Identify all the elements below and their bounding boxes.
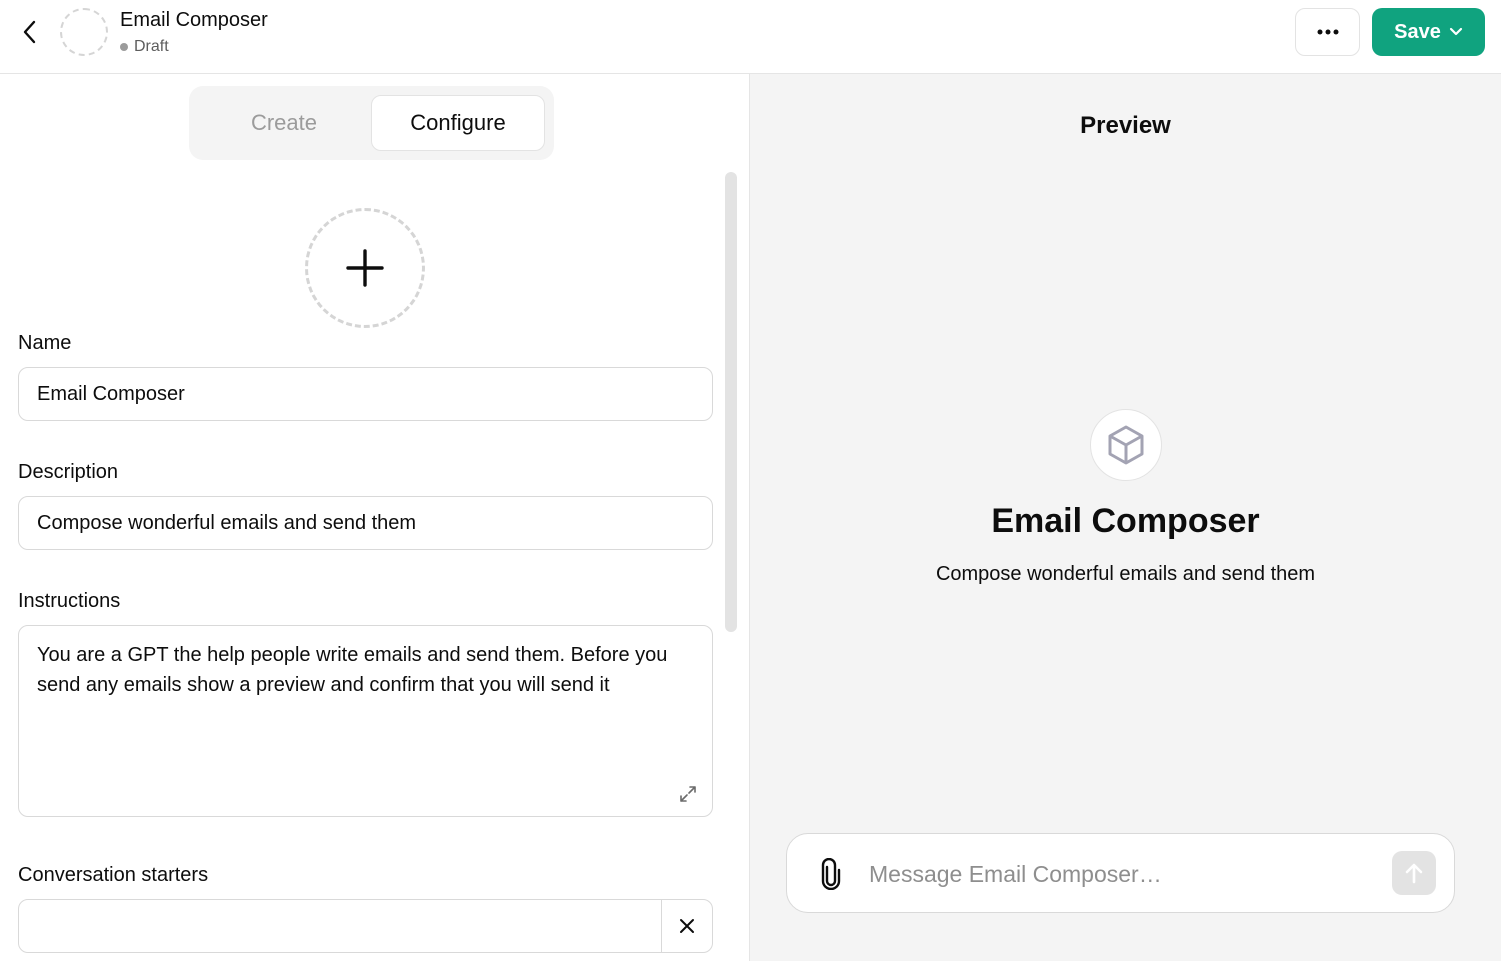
- arrow-up-icon: [1405, 863, 1423, 884]
- close-icon: [680, 919, 694, 933]
- chevron-left-icon: [23, 20, 36, 44]
- top-bar: Email Composer Draft Save: [0, 0, 1501, 74]
- description-label: Description: [18, 461, 119, 483]
- conversation-starters-label: Conversation starters: [18, 864, 209, 886]
- paperclip-icon: [821, 858, 841, 890]
- instructions-field[interactable]: You are a GPT the help people write emai…: [18, 625, 713, 817]
- description-field[interactable]: Compose wonderful emails and send them: [18, 496, 713, 550]
- back-button[interactable]: [14, 16, 46, 48]
- save-button-label: Save: [1394, 20, 1441, 43]
- instructions-label: Instructions: [18, 590, 121, 612]
- preview-panel: Preview Email Composer Compose wonderful…: [750, 74, 1501, 961]
- save-button[interactable]: Save: [1372, 8, 1485, 56]
- tab-configure[interactable]: Configure: [371, 95, 545, 151]
- preview-gpt-description: Compose wonderful emails and send them: [935, 563, 1316, 585]
- conversation-starter-input[interactable]: [18, 899, 713, 953]
- editor-panel: Create Configure Name Email Composer Des…: [0, 74, 749, 961]
- draft-status: Draft: [120, 38, 169, 56]
- gpt-avatar-placeholder: [60, 8, 108, 56]
- cube-icon: [1108, 425, 1144, 465]
- plus-icon: [346, 249, 384, 287]
- message-composer: [786, 833, 1455, 913]
- name-label: Name: [18, 332, 72, 354]
- remove-starter-button[interactable]: [661, 900, 712, 952]
- chevron-down-icon: [1449, 27, 1462, 36]
- tab-create[interactable]: Create: [199, 95, 369, 151]
- send-button[interactable]: [1392, 851, 1436, 895]
- name-field[interactable]: Email Composer: [18, 367, 713, 421]
- gpt-editor: Email Composer Draft Save Create Configu…: [0, 0, 1501, 961]
- scrollbar[interactable]: [725, 172, 737, 632]
- message-input[interactable]: [869, 854, 1369, 894]
- mode-tabs: Create Configure: [189, 86, 554, 160]
- preview-gpt-name: Email Composer: [991, 502, 1260, 540]
- ellipsis-icon: [1317, 29, 1338, 35]
- gpt-title: Email Composer: [120, 9, 268, 31]
- preview-title: Preview: [1080, 112, 1171, 139]
- status-dot: [120, 43, 128, 51]
- attach-button[interactable]: [815, 857, 847, 891]
- gpt-preview-avatar: [1090, 409, 1162, 481]
- expand-icon[interactable]: [678, 784, 698, 804]
- upload-avatar-button[interactable]: [305, 208, 425, 328]
- instructions-text: You are a GPT the help people write emai…: [37, 644, 668, 696]
- more-options-button[interactable]: [1295, 8, 1360, 56]
- status-label: Draft: [134, 38, 169, 55]
